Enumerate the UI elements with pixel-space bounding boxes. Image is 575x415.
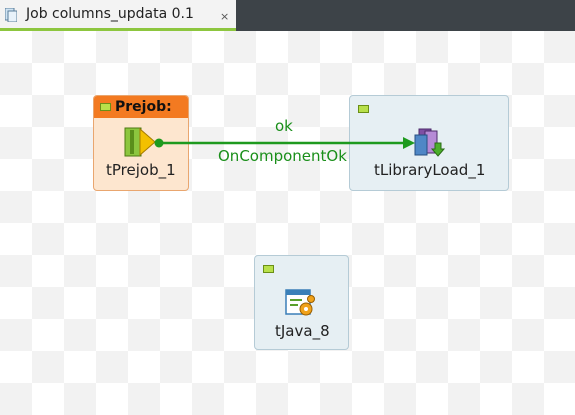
collapse-toggle-icon[interactable] bbox=[358, 105, 369, 113]
editor-tab-bar: Job columns_updata 0.1 × bbox=[0, 0, 575, 31]
job-file-icon bbox=[5, 8, 17, 22]
collapse-toggle-icon[interactable] bbox=[263, 265, 274, 273]
design-canvas[interactable] bbox=[0, 31, 575, 415]
tlibraryload-label[interactable]: tLibraryLoad_1 bbox=[374, 161, 485, 179]
job-tab[interactable]: Job columns_updata 0.1 × bbox=[0, 0, 236, 31]
connection-type-label[interactable]: OnComponentOk bbox=[218, 147, 347, 165]
tab-title: Job columns_updata 0.1 bbox=[26, 6, 194, 22]
tprejob-label[interactable]: tPrejob_1 bbox=[106, 161, 176, 179]
subjob-title: Prejob: bbox=[115, 99, 172, 115]
close-icon[interactable]: × bbox=[220, 10, 229, 23]
tjava-label[interactable]: tJava_8 bbox=[275, 322, 330, 340]
connection-trigger-label[interactable]: ok bbox=[275, 117, 293, 135]
collapse-toggle-icon[interactable] bbox=[100, 103, 111, 111]
subjob-header: Prejob: bbox=[94, 96, 188, 118]
tjava-component-icon[interactable] bbox=[284, 287, 316, 319]
